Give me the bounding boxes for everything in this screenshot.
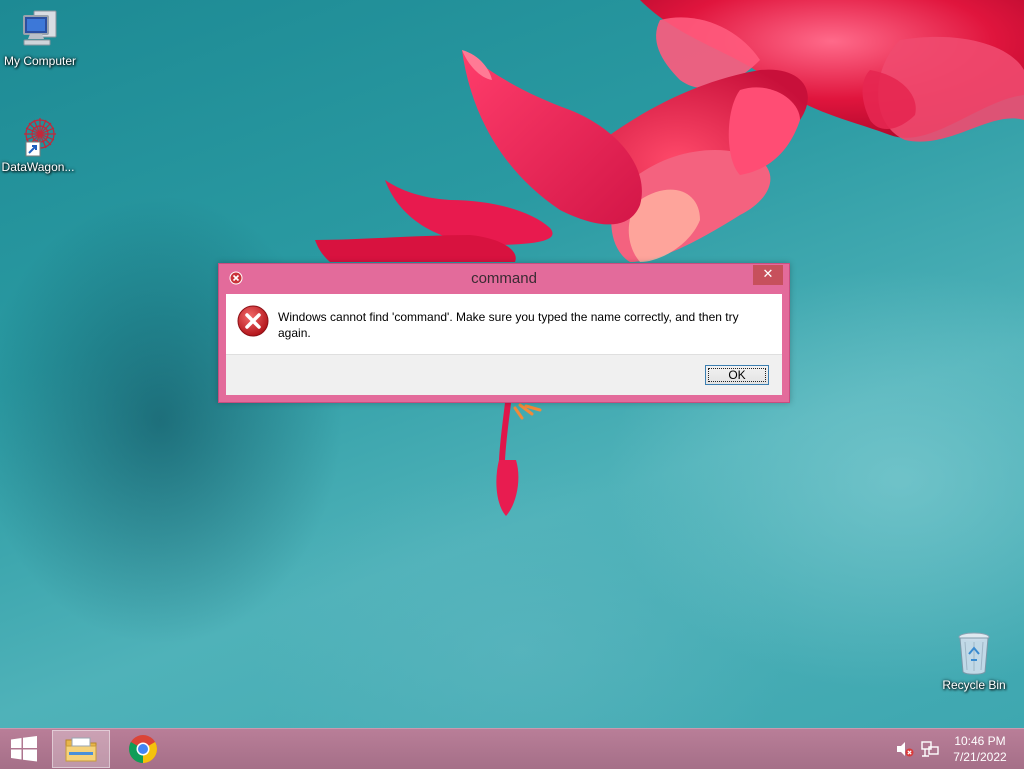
file-explorer-icon <box>65 737 97 762</box>
recycle-bin-icon <box>958 632 990 675</box>
clock-time: 10:46 PM <box>954 734 1006 748</box>
desktop-icon-datawagon[interactable]: DataWagon... <box>0 112 78 174</box>
datawagon-shortcut-icon <box>24 118 56 157</box>
windows-logo-icon <box>11 736 37 762</box>
error-icon <box>237 305 269 337</box>
taskbar-chrome[interactable] <box>114 729 172 769</box>
desktop-icon-label: DataWagon... <box>1 160 75 174</box>
ok-button[interactable]: OK <box>705 365 769 385</box>
chrome-icon <box>129 735 157 763</box>
error-message: Windows cannot find 'command'. Make sure… <box>278 310 739 340</box>
volume-muted-icon[interactable] <box>896 741 914 757</box>
error-dialog: command ✕ Windows cannot find 'command'.… <box>218 263 790 403</box>
network-icon[interactable] <box>921 741 939 757</box>
computer-icon <box>23 10 57 46</box>
desktop-icon-my-computer[interactable]: My Computer <box>0 8 80 68</box>
dialog-title: command <box>471 270 537 287</box>
start-button[interactable] <box>0 729 48 769</box>
dialog-footer: OK <box>226 354 782 395</box>
desktop-icon-label: Recycle Bin <box>942 678 1006 692</box>
desktop-icon-label: My Computer <box>3 54 77 68</box>
system-clock[interactable]: 10:46 PM 7/21/2022 <box>942 733 1018 765</box>
desktop-icon-recycle-bin[interactable]: Recycle Bin <box>934 630 1014 692</box>
clock-date: 7/21/2022 <box>953 750 1007 764</box>
dialog-titlebar[interactable]: command ✕ <box>219 264 789 294</box>
close-button[interactable]: ✕ <box>753 265 783 285</box>
dialog-body: Windows cannot find 'command'. Make sure… <box>226 294 782 354</box>
taskbar: 10:46 PM 7/21/2022 <box>0 728 1024 769</box>
taskbar-file-explorer[interactable] <box>52 730 110 768</box>
desktop: My Computer DataWagon... Recycle Bin com… <box>0 0 1024 728</box>
close-icon: ✕ <box>762 267 774 282</box>
